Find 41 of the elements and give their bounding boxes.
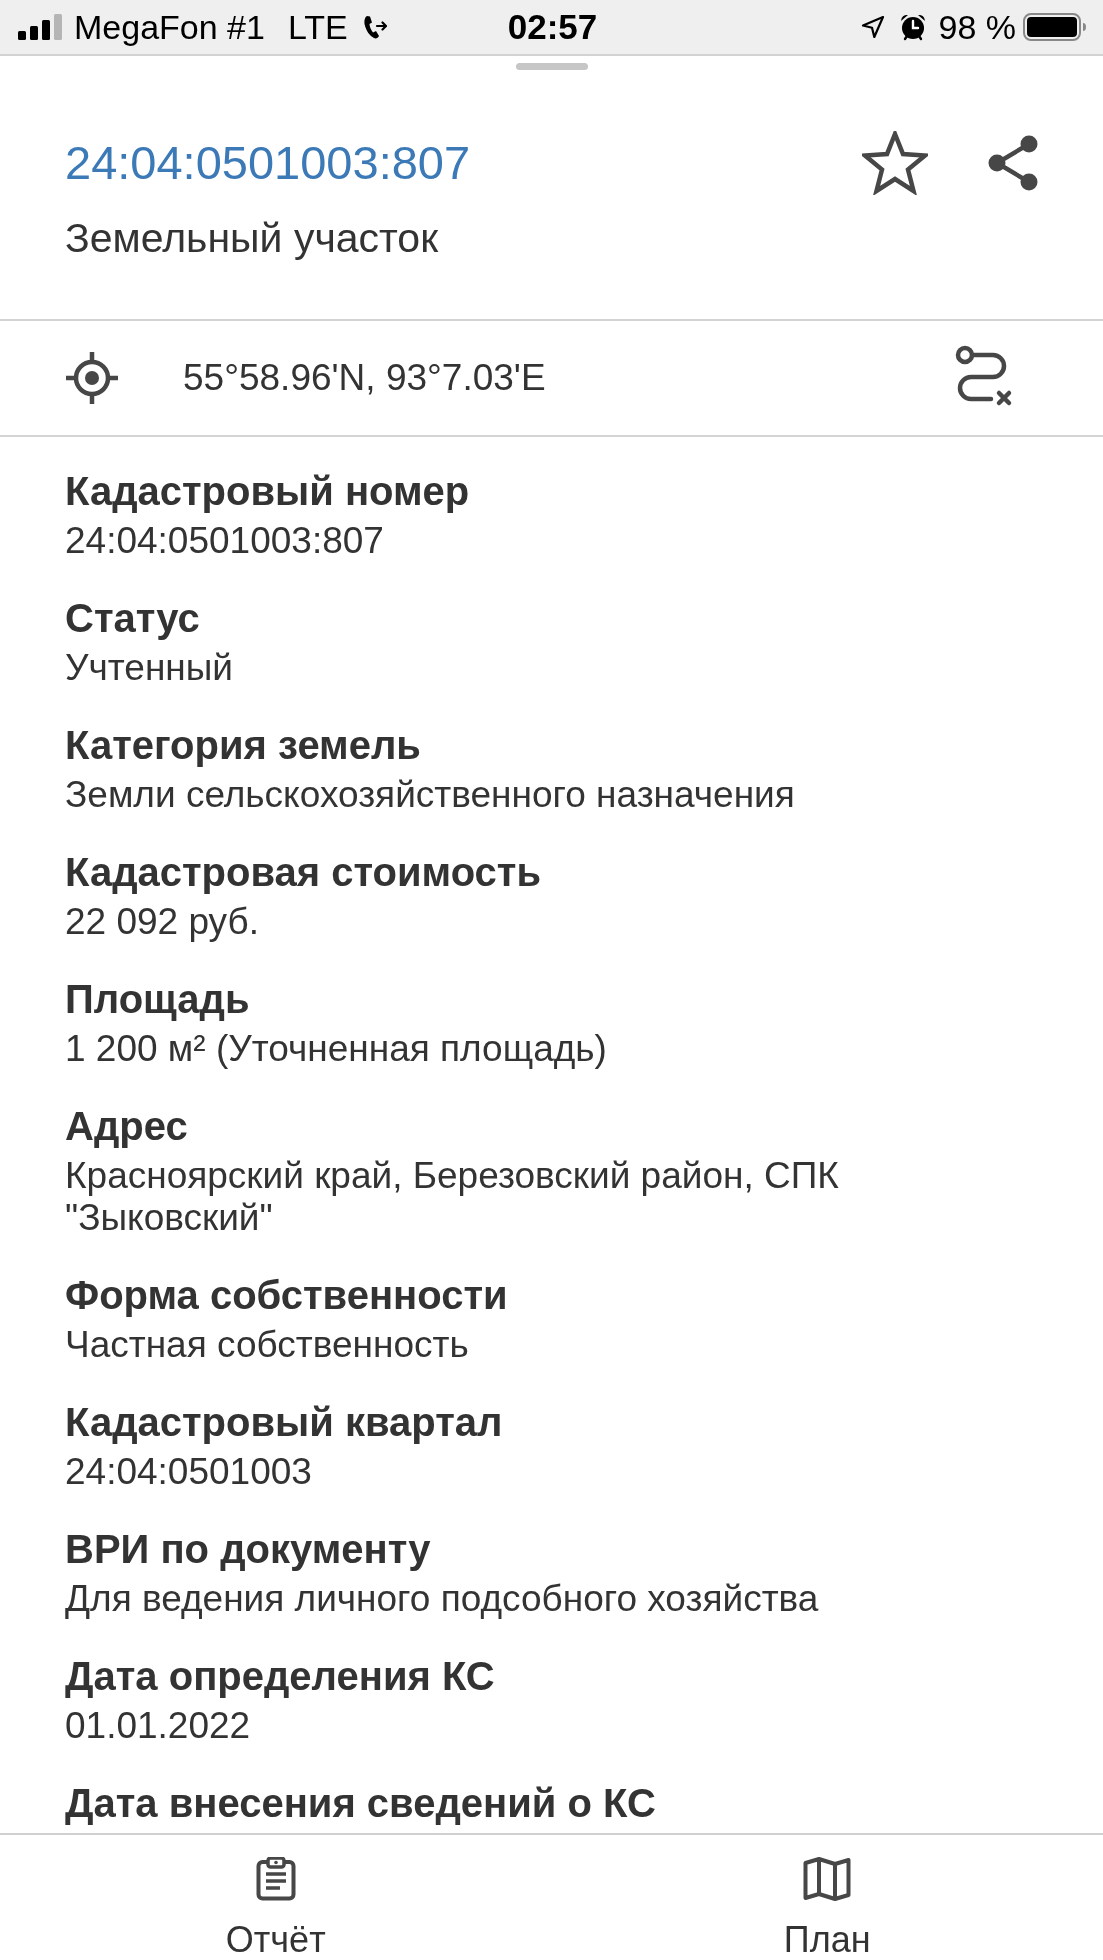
signal-icon [18,14,62,40]
star-icon[interactable] [862,131,928,195]
tab-button[interactable]: План [551,1835,1103,1960]
battery-icon [1023,13,1087,41]
field-value: 22 092 руб. [65,901,260,943]
field-value: Частная собственность [65,1324,470,1366]
title-text: 24:04:0501003:807 [65,135,471,191]
field-value: 24:04:0501003 [65,1451,313,1493]
clock-time: 02:57 [507,7,598,47]
field-label: Категория земель [65,722,422,769]
field-label: Статус [65,595,201,642]
field-label: Адрес [65,1103,189,1150]
field-label: Форма собственности [65,1272,509,1319]
location-arrow-icon [860,15,885,39]
tab-button[interactable]: Отчёт [0,1835,552,1960]
field-label: Кадастровый квартал [65,1399,504,1446]
field-value: 01.01.2022 [65,1705,252,1747]
field-value: Для ведения личного подсобного хозяйства [65,1578,820,1620]
drag-handle[interactable] [515,63,588,70]
network-type: LTE [287,7,348,47]
share-icon[interactable] [987,134,1039,192]
crosshair-icon[interactable] [65,351,119,405]
subtitle-text: Земельный участок [65,214,440,262]
battery-percent: 98 % [938,7,1016,47]
field-label: Дата внесения сведений о КС [65,1780,657,1827]
alarm-clock-icon [898,13,927,41]
field-value: 1 200 м² (Уточненная площадь) [65,1028,608,1070]
phone-arrow-icon [362,14,387,40]
field-label: Дата определения КС [65,1653,496,1700]
field-label: Кадастровый номер [65,468,471,515]
field-label: ВРИ по документу [65,1526,432,1573]
field-value: 24:04:0501003:807 [65,520,385,562]
field-label: Площадь [65,976,251,1023]
clipboard-icon [255,1857,296,1901]
map-icon [803,1857,852,1901]
field-value: Учтенный [65,647,235,689]
field-value: Красноярский край, Березовский район, СПК "Зыковский" [65,1155,840,1239]
field-value: Земли сельскохозяйственного назначения [65,774,796,816]
carrier-name: MegaFon #1 [74,7,265,47]
field-label: Кадастровая стоимость [65,849,542,896]
coordinates-text: 55°58.96'N, 93°7.03'E [183,357,547,399]
